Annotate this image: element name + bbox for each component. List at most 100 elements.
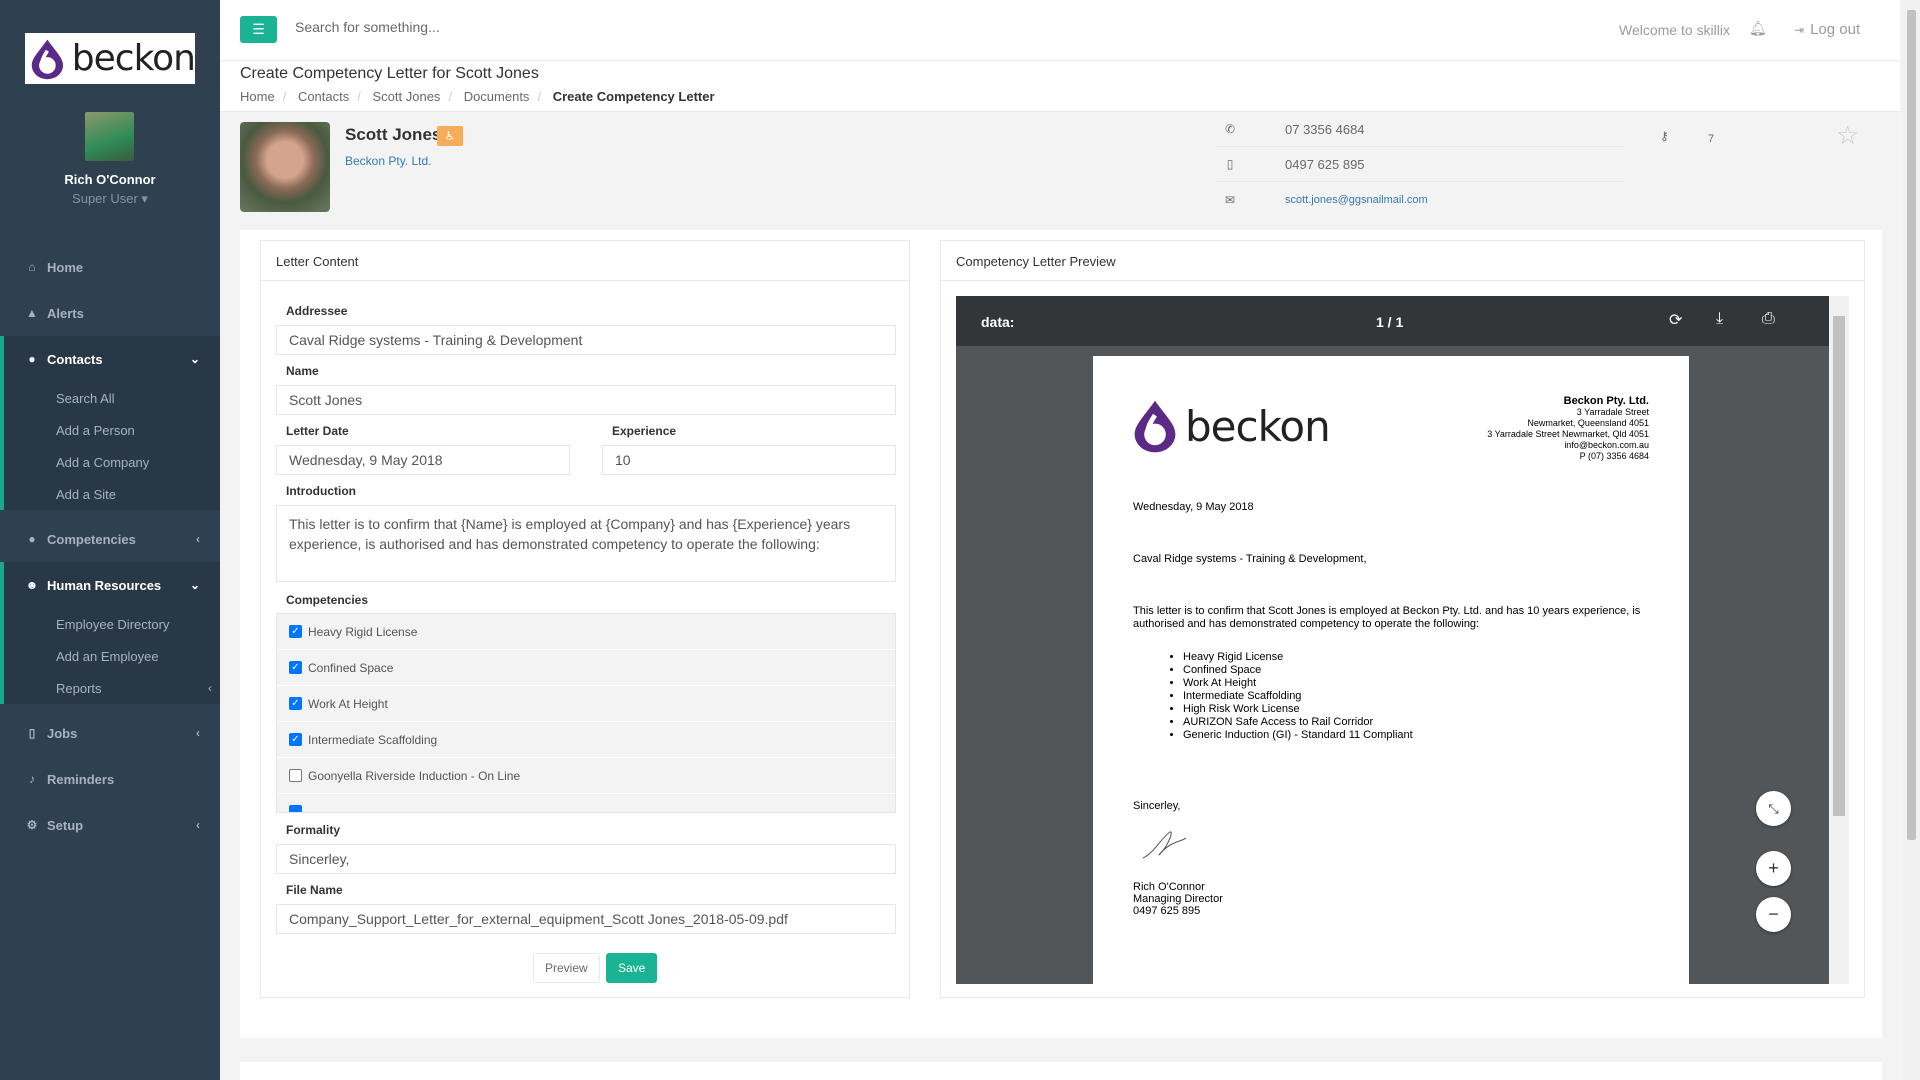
nav-reports[interactable]: Reports ‹ — [4, 672, 220, 704]
nav-employee-directory[interactable]: Employee Directory — [4, 608, 220, 640]
email-row: ✉ scott.jones@ggsnailmail.com — [1215, 182, 1625, 217]
competency-label: Goonyella Riverside Induction - On Line — [308, 768, 521, 783]
fit-page-icon[interactable]: ⤡ — [1756, 791, 1791, 826]
contacts-icon: ● — [28, 352, 36, 366]
competency-item[interactable]: ✓ Intermediate Scaffolding — [277, 722, 895, 758]
nav-home[interactable]: ⌂ Home — [0, 244, 220, 290]
checkbox-checked-icon[interactable]: ✓ — [289, 697, 302, 710]
letterhead-addr3: 3 Yarradale Street Newmarket, Qld 4051 — [1487, 429, 1649, 439]
breadcrumb-contacts[interactable]: Contacts — [298, 89, 349, 104]
print-icon[interactable]: ⎙ — [1762, 310, 1775, 328]
pdf-scrollbar-thumb[interactable] — [1833, 316, 1845, 816]
nav-contacts[interactable]: ● Contacts ⌄ — [4, 336, 220, 382]
pdf-viewer[interactable]: data: 1 / 1 ⟳ ⤓ ⎙ beckon Beckon Pty. Ltd… — [956, 296, 1849, 984]
page-scrollbar[interactable] — [1903, 0, 1920, 1080]
nav-reminders[interactable]: ♪ Reminders — [0, 756, 220, 802]
letter-competency-item: AURIZON Safe Access to Rail Corridor — [1183, 716, 1413, 729]
nav-group-contacts: ● Contacts ⌄ Search All Add a Person Add a… — [0, 336, 220, 510]
nav-human-resources[interactable]: ☻ Human Resources ⌄ — [4, 562, 220, 608]
checkbox-checked-icon[interactable] — [289, 805, 302, 812]
letter-competency-item: Heavy Rigid License — [1183, 651, 1413, 664]
pdf-page-indicator: 1 / 1 — [1376, 314, 1404, 330]
preview-button[interactable]: Preview — [533, 953, 600, 983]
nav-jobs[interactable]: ▯ Jobs ‹ — [0, 710, 220, 756]
logout-link[interactable]: ⇥ Log out — [1794, 21, 1860, 38]
competency-item[interactable]: ✓ Confined Space — [277, 650, 895, 686]
checkbox-unchecked-icon[interactable] — [289, 769, 302, 782]
checkbox-checked-icon[interactable]: ✓ — [289, 661, 302, 674]
introduction-textarea[interactable]: This letter is to confirm that {Name} is… — [276, 505, 896, 582]
checkbox-checked-icon[interactable]: ✓ — [289, 625, 302, 638]
contact-company-link[interactable]: Beckon Pty. Ltd. — [345, 154, 432, 168]
nav-competencies[interactable]: ● Competencies ‹ — [0, 516, 220, 562]
email-link[interactable]: scott.jones@ggsnailmail.com — [1285, 194, 1428, 206]
letter-date-input[interactable] — [276, 445, 570, 475]
mobile-row: ▯ 0497 625 895 — [1215, 147, 1625, 182]
experience-input[interactable] — [602, 445, 896, 475]
users-icon: ☻ — [25, 578, 39, 592]
checkbox-checked-icon[interactable]: ✓ — [289, 733, 302, 746]
competency-item[interactable]: ✓ Work At Height — [277, 686, 895, 722]
letter-content-panel: Letter Content Addressee Name Letter Dat… — [260, 240, 910, 998]
name-label: Name — [286, 364, 319, 378]
letter-competency-item: Generic Induction (GI) - Standard 11 Com… — [1183, 729, 1413, 742]
letterhead-addr4: info@beckon.com.au — [1564, 440, 1649, 450]
zoom-out-icon[interactable]: − — [1756, 897, 1791, 932]
phone-value: 07 3356 4684 — [1285, 121, 1365, 137]
file-name-label: File Name — [286, 883, 343, 897]
letter-content-title: Letter Content — [261, 241, 909, 281]
competencies-list[interactable]: ✓ Heavy Rigid License ✓ Confined Space ✓ Wo… — [276, 613, 896, 813]
chevron-down-icon: ⌄ — [189, 578, 200, 592]
letter-signoff: Sincerley, — [1133, 800, 1181, 812]
nav-add-employee[interactable]: Add an Employee — [4, 640, 220, 672]
brand-logo[interactable]: beckon — [25, 33, 196, 84]
nav-add-company[interactable]: Add a Company — [4, 446, 220, 478]
notifications-bell-icon[interactable]: 🔔︎ — [1749, 20, 1767, 37]
wheelchair-badge-icon: ♿︎ — [437, 126, 463, 146]
experience-label: Experience — [612, 424, 677, 438]
nav-add-site[interactable]: Add a Site — [4, 478, 220, 510]
menu-toggle-button[interactable]: ☰ — [240, 16, 277, 43]
favorite-star-icon[interactable]: ☆ — [1836, 120, 1859, 151]
file-name-input[interactable] — [276, 904, 896, 934]
user-role-dropdown[interactable]: Super User ▾ — [0, 191, 220, 207]
save-button[interactable]: Save — [606, 953, 658, 983]
nav-group-hr: ☻ Human Resources ⌄ Employee Directory Add… — [0, 562, 220, 704]
breadcrumb-documents[interactable]: Documents — [464, 89, 530, 104]
addressee-input[interactable] — [276, 325, 896, 355]
breadcrumb-home[interactable]: Home — [240, 89, 275, 104]
download-icon[interactable]: ⤓ — [1716, 310, 1723, 328]
search-input[interactable] — [295, 19, 695, 35]
breadcrumb-contact[interactable]: Scott Jones — [373, 89, 441, 104]
letterhead-address: Beckon Pty. Ltd. 3 Yarradale Street Newm… — [1487, 396, 1649, 462]
user-avatar[interactable] — [85, 112, 134, 161]
page-scrollbar-thumb[interactable] — [1907, 10, 1916, 840]
competency-item[interactable]: ✓ Heavy Rigid License — [277, 614, 895, 650]
zoom-in-icon[interactable]: + — [1756, 851, 1791, 886]
pdf-scrollbar[interactable] — [1829, 296, 1849, 984]
nav-alerts[interactable]: ▲ Alerts — [0, 290, 220, 336]
nav-add-person[interactable]: Add a Person — [4, 414, 220, 446]
rotate-icon[interactable]: ⟳ — [1669, 310, 1682, 330]
nav-setup[interactable]: ⚙ Setup ‹ — [0, 802, 220, 848]
letterhead-addr2: Newmarket, Queensland 4051 — [1527, 418, 1649, 428]
user-name[interactable]: Rich O'Connor — [0, 172, 220, 187]
nav-competencies-label: Competencies — [47, 531, 136, 547]
key-icon: ⚷ — [1660, 129, 1669, 143]
competency-label: Confined Space — [308, 660, 394, 675]
phone-icon: ✆ — [1224, 122, 1236, 136]
competency-label: Heavy Rigid License — [308, 624, 418, 639]
competency-item-partial[interactable] — [277, 794, 895, 812]
mobile-icon: ▯ — [1226, 157, 1234, 171]
brand-name: beckon — [71, 38, 196, 79]
chevron-left-icon: ‹ — [196, 532, 200, 546]
formality-input[interactable] — [276, 844, 896, 874]
content-area: Letter Content Addressee Name Letter Dat… — [240, 230, 1882, 1038]
competency-item[interactable]: Goonyella Riverside Induction - On Line — [277, 758, 895, 794]
name-input[interactable] — [276, 385, 896, 415]
letter-competency-item: Work At Height — [1183, 677, 1413, 690]
letter-competency-item: Confined Space — [1183, 664, 1413, 677]
nav-search-all[interactable]: Search All — [4, 382, 220, 414]
letter-signer-title: Managing Director — [1133, 893, 1223, 905]
breadcrumb-current: Create Competency Letter — [552, 89, 715, 104]
